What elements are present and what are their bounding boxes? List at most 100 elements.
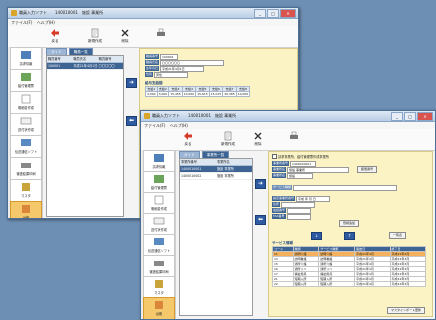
sidebar-item-statement[interactable]: 明細書作成 xyxy=(143,192,175,215)
list-item[interactable]: 1400010001 施設 事業所 xyxy=(180,166,252,173)
grid-cell[interactable]: 10,000 xyxy=(235,91,251,97)
move-up-button[interactable]: ↑ xyxy=(344,232,355,240)
list-item[interactable]: 100001 平成21年4月1日 〇〇〇〇〇 xyxy=(47,63,123,70)
sidebar-item-statement[interactable]: 明細書作成 xyxy=(10,91,42,114)
sidebar-item-cover-letter[interactable]: 送付状作成 xyxy=(10,113,42,136)
menu-help[interactable]: ヘルプ(H) xyxy=(170,122,188,129)
print-button[interactable] xyxy=(283,131,305,149)
sidebar-item-print-result[interactable]: 審査結果印刷 xyxy=(10,157,42,180)
column-header[interactable]: 職員番号 xyxy=(98,56,123,62)
new-button[interactable]: 新規作成 xyxy=(217,131,239,149)
new-button-label: 新規作成 xyxy=(88,39,102,43)
field-label: 電話番号 xyxy=(272,208,287,213)
minimize-button[interactable]: _ xyxy=(391,112,403,121)
grid-cell[interactable]: 15,615 xyxy=(195,91,210,97)
toolbar: 戻る 新規作成 削除 xyxy=(141,129,435,151)
menu-help[interactable]: ヘルプ(H) xyxy=(37,19,55,26)
maximize-button[interactable]: □ xyxy=(404,112,416,121)
grid-cell[interactable]: 3,000 xyxy=(145,91,158,97)
master-icon xyxy=(22,183,30,191)
print-result-icon xyxy=(21,163,31,168)
move-left-button[interactable]: ⬅ xyxy=(126,116,137,126)
office-kind-dropdown[interactable]: 施設 xyxy=(287,172,314,179)
sidebar-item-benefit[interactable]: 給付管理票 xyxy=(143,171,175,194)
sidebar-item-master[interactable]: マスタ xyxy=(10,179,42,202)
detail-panel: 請求事業所、給付管理票作成事業所 事業所番号 1400010001 事業所名 施… xyxy=(268,151,433,317)
sidebar-item-cover-letter[interactable]: 送付状作成 xyxy=(143,213,175,236)
minimize-button[interactable]: _ xyxy=(254,9,266,18)
close-button[interactable]: ✕ xyxy=(280,9,296,18)
menu-file[interactable]: ファイル(F) xyxy=(144,122,165,129)
sidebar-item-transfer[interactable]: 伝送通信ソフト xyxy=(143,234,175,257)
menu-file[interactable]: ファイル(F) xyxy=(11,19,32,26)
gender-dropdown[interactable]: 男性 xyxy=(154,71,189,78)
delete-button[interactable]: 削除 xyxy=(114,28,136,46)
billing-icon xyxy=(21,51,31,59)
print-button[interactable] xyxy=(150,28,172,46)
move-right-button[interactable]: ➜ xyxy=(126,78,137,88)
sidebar-item-ledger[interactable]: 台帳 xyxy=(10,201,42,218)
field-label: 性別 xyxy=(145,72,154,77)
window-title: 職員入力ソフト 140010001 施設 事業所 xyxy=(19,10,104,15)
form-row: 指定事業所番号 平成 年 月 日 xyxy=(272,195,331,202)
window-title-bar[interactable]: 職員入力ソフト 140010001 施設 事業所 _ □ ✕ xyxy=(8,8,298,19)
sidebar-item-billing[interactable]: 請求情報 xyxy=(143,150,175,173)
billing-office-checkbox[interactable] xyxy=(272,154,277,159)
back-button[interactable]: 戻る xyxy=(177,131,199,149)
sidebar-item-ledger[interactable]: 台帳 xyxy=(143,297,175,319)
maximize-button[interactable]: □ xyxy=(267,9,279,18)
table-row[interactable]: 22 短期入所 短期入所 平成21年4月 平成22年3月 xyxy=(272,281,427,287)
column-header[interactable]: 職員番号 xyxy=(47,56,72,62)
form-row: 電話番号 xyxy=(272,207,312,214)
move-down-button[interactable]: ↓ xyxy=(311,232,322,240)
window-title-bar[interactable]: 職員入力ソフト 140010001 施設 事業所 _ □ ✕ xyxy=(141,111,435,122)
grid-cell[interactable]: 15,455 xyxy=(168,91,183,97)
master-import-button[interactable]: マスタインポート更新 xyxy=(387,307,426,314)
grid-cell[interactable]: 30,365 xyxy=(222,91,237,97)
sidebar-label: 審査結果印刷 xyxy=(16,172,36,176)
grid-cell[interactable]: 3,000 xyxy=(156,91,170,97)
cell: 短期入所 xyxy=(318,281,356,287)
sidebar: 請求情報 給付管理票 明細書作成 送付状作成 伝送通信ソフト 審査結果印刷 マス… xyxy=(141,150,176,319)
close-button[interactable]: ✕ xyxy=(417,112,433,121)
column-header[interactable]: 職員氏名 xyxy=(72,56,97,62)
list-view-button[interactable]: 一覧表 xyxy=(389,232,407,239)
sidebar-item-benefit[interactable]: 給付管理票 xyxy=(10,69,42,92)
move-left-button[interactable]: ⬅ xyxy=(255,215,266,225)
sidebar-item-billing[interactable]: 請求情報 xyxy=(10,47,42,70)
cell: 100001 xyxy=(48,64,61,68)
fax-field[interactable] xyxy=(286,213,311,220)
sidebar-label: 給付管理票 xyxy=(18,84,34,88)
list-item[interactable]: 1400010002 施設 事業所 xyxy=(180,173,252,180)
cell: 22 xyxy=(272,281,294,287)
field-label: 指定事業所番号 xyxy=(272,196,296,201)
sidebar-item-print-result[interactable]: 審査結果印刷 xyxy=(143,255,175,278)
salary-grid: 支給1 支給2 支給3 支給4 支給5 支給6 支給7 支給8 3,000 3,… xyxy=(145,86,251,97)
sidebar-item-transfer[interactable]: 伝送通信ソフト xyxy=(10,135,42,158)
field-label: 職員番号 xyxy=(145,54,160,59)
grid-cell[interactable]: 15,015 xyxy=(208,91,224,97)
delete-button[interactable]: 削除 xyxy=(247,131,269,149)
benefit-icon xyxy=(21,73,31,81)
back-button[interactable]: 戻る xyxy=(44,28,66,46)
toolbar: 戻る 新規作成 削除 xyxy=(8,26,298,48)
service-type-dropdown[interactable] xyxy=(293,184,398,191)
sidebar-item-master[interactable]: マスタ xyxy=(143,276,175,299)
zip-button[interactable]: 郵便番号 xyxy=(357,166,378,173)
sidebar-label: 審査結果印刷 xyxy=(149,270,169,274)
cell: 1400010001 xyxy=(181,167,202,171)
new-button[interactable]: 新規作成 xyxy=(84,28,106,46)
grid-cell[interactable]: 10,000 xyxy=(181,91,197,97)
column-header[interactable]: 事業所名 xyxy=(216,159,252,165)
back-button-label: 戻る xyxy=(184,142,192,146)
print-result-icon xyxy=(154,261,164,266)
grid-header: 支給2 xyxy=(156,86,170,92)
move-right-button[interactable]: ➜ xyxy=(255,179,266,189)
register-button[interactable]: 登録追加 xyxy=(339,220,360,227)
new-document-icon xyxy=(224,131,232,141)
field-label: 事業所名 xyxy=(272,173,287,178)
field-label: 住所 xyxy=(272,202,281,207)
column-header[interactable]: 事業所番号 xyxy=(180,159,216,165)
delete-x-icon xyxy=(254,132,262,140)
back-button-label: 戻る xyxy=(51,39,59,43)
